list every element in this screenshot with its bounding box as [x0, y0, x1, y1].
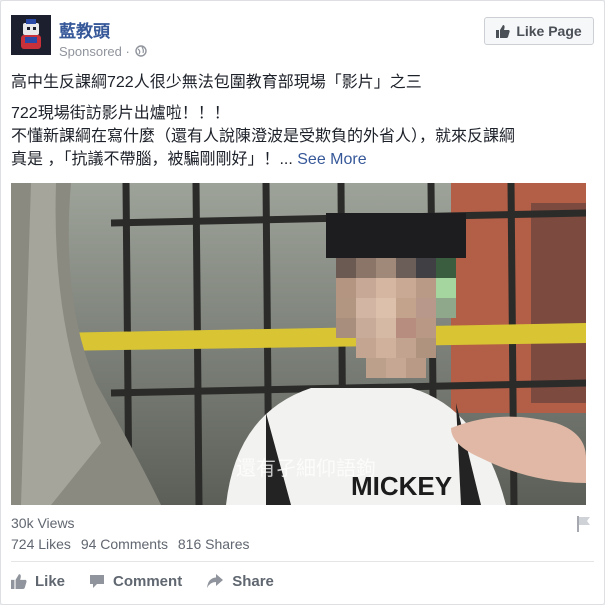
- shares-count[interactable]: 816 Shares: [178, 536, 250, 552]
- share-label: Share: [232, 572, 274, 590]
- post-message: 高中生反課綱722人很少無法包圍教育部現場「影片」之三 722現場街訪影片出爐啦…: [11, 71, 594, 171]
- post-header: 藍教頭 Sponsored · Like Page: [11, 15, 594, 61]
- comment-button[interactable]: Comment: [89, 567, 186, 595]
- sponsored-post-card: 藍教頭 Sponsored · Like Page 高中生反課綱722人很少無法…: [0, 0, 605, 605]
- like-button[interactable]: Like: [11, 567, 69, 595]
- share-button[interactable]: Share: [206, 567, 278, 595]
- comment-label: Comment: [113, 572, 183, 590]
- like-page-label: Like Page: [516, 23, 582, 39]
- post-line-4-text: 真是 ，「抗議不帶腦，被騙剛剛好」！...: [11, 151, 293, 168]
- likes-count[interactable]: 724 Likes: [11, 536, 71, 552]
- sponsored-label[interactable]: Sponsored ·: [59, 44, 148, 59]
- sponsored-text: Sponsored ·: [59, 44, 130, 59]
- comment-icon: [90, 575, 105, 588]
- thumbs-up-icon: [496, 25, 510, 38]
- video-player[interactable]: MICKEY 還有孑細仰語鉤: [11, 183, 586, 505]
- views-count: 30k Views: [11, 515, 75, 531]
- post-line-1: 高中生反課綱722人很少無法包圍教育部現場「影片」之三: [11, 74, 422, 91]
- post-line-2: 722現場街訪影片出爐啦！！！: [11, 105, 230, 122]
- thumbs-up-icon: [11, 574, 27, 589]
- post-line-4: 真是 ，「抗議不帶腦，被騙剛剛好」！... See More: [11, 148, 594, 171]
- page-name-link[interactable]: 藍教頭: [59, 17, 110, 42]
- post-line-3: 不懂新課綱在寫什麼（還有人說陳澄波是受欺負的外省人），就來反課綱: [11, 128, 516, 145]
- page-avatar[interactable]: [11, 15, 51, 55]
- globe-icon: [135, 45, 148, 57]
- flag-icon[interactable]: [576, 515, 592, 533]
- like-label: Like: [35, 572, 66, 590]
- actions-divider: [11, 561, 594, 562]
- see-more-link[interactable]: See More: [297, 151, 366, 168]
- video-frame: MICKEY 還有孑細仰語鉤: [11, 183, 586, 505]
- post-actions: Like Comment Share: [11, 567, 594, 595]
- robot-logo-icon: [11, 15, 51, 55]
- engagement-stats: 30k Views 724 Likes 94 Comments 816 Shar…: [11, 513, 594, 555]
- video-subtitle: 還有孑細仰語鉤: [236, 456, 376, 480]
- comments-count[interactable]: 94 Comments: [81, 536, 168, 552]
- share-arrow-icon: [207, 574, 224, 588]
- like-page-button[interactable]: Like Page: [484, 17, 594, 45]
